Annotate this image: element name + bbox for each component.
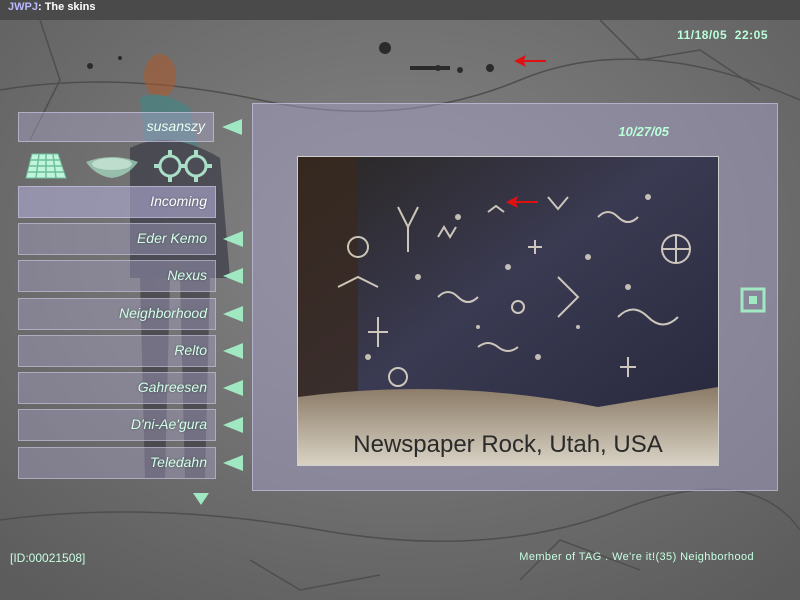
red-marker-arrow-icon <box>514 55 546 67</box>
content-date: 10/27/05 <box>618 124 669 139</box>
age-item-label: Relto <box>174 342 207 358</box>
triangle-left-icon[interactable] <box>221 454 245 472</box>
clock-date: 11/18/05 <box>677 28 728 42</box>
photo-caption: Newspaper Rock, Utah, USA <box>353 431 663 458</box>
fountain-icon[interactable] <box>82 148 142 182</box>
age-item-label: Nexus <box>167 267 207 283</box>
triangle-left-icon[interactable] <box>221 230 245 248</box>
age-item-incoming[interactable]: Incoming <box>18 186 216 218</box>
window-title: JWPJ: The skins <box>8 1 95 13</box>
gears-icon[interactable] <box>150 148 216 182</box>
age-item-teledahn[interactable]: Teledahn <box>18 447 243 479</box>
clock-time: 22:05 <box>734 28 768 42</box>
window-user: JWPJ <box>8 1 38 13</box>
age-item-label: Teledahn <box>149 454 207 470</box>
grid-tiles-icon[interactable] <box>20 148 70 182</box>
triangle-left-icon[interactable] <box>221 342 245 360</box>
triangle-down-icon[interactable] <box>192 492 210 506</box>
age-item-label: Neighborhood <box>119 305 207 321</box>
window-title-text: The skins <box>44 1 96 13</box>
content-panel: 10/27/05 Newspaper Rock, Utah, USA <box>252 103 778 491</box>
triangle-left-icon[interactable] <box>221 416 245 434</box>
age-item-nexus[interactable]: Nexus <box>18 260 243 292</box>
membership-status: Member of TAG . We're it!(35) Neighborho… <box>519 551 754 563</box>
triangle-left-icon[interactable] <box>221 305 245 323</box>
age-item-label: Gahreesen <box>137 379 207 395</box>
age-item-relto[interactable]: Relto <box>18 335 243 367</box>
red-marker-arrow-icon <box>506 196 538 208</box>
age-item-dni-aegura[interactable]: D'ni-Ae'gura <box>18 409 243 441</box>
triangle-left-icon[interactable] <box>221 267 245 285</box>
window-separator: : <box>37 1 45 13</box>
age-item-label: Eder Kemo <box>136 230 207 246</box>
age-item-label: D'ni-Ae'gura <box>130 416 207 432</box>
triangle-left-icon[interactable] <box>221 379 245 397</box>
player-id: [ID:00021508] <box>10 551 86 565</box>
age-item-eder-kemo[interactable]: Eder Kemo <box>18 223 243 255</box>
clock: 11/18/05 22:05 <box>677 28 768 42</box>
player-name: susanszy <box>146 118 205 134</box>
age-item-label: Incoming <box>150 193 207 209</box>
square-dot-icon[interactable] <box>740 287 766 313</box>
photo-newspaper-rock: Newspaper Rock, Utah, USA <box>297 156 719 466</box>
player-name-box[interactable]: susanszy <box>18 112 214 142</box>
toolbar <box>20 148 220 184</box>
age-item-neighborhood[interactable]: Neighborhood <box>18 298 243 330</box>
age-link-list: Incoming Eder Kemo Nexus Neighborhood Re… <box>18 186 248 486</box>
age-item-gahreesen[interactable]: Gahreesen <box>18 372 243 404</box>
triangle-left-icon[interactable] <box>220 118 244 136</box>
game-scene: JWPJ: The skins 11/18/05 22:05 susanszy <box>0 0 800 600</box>
